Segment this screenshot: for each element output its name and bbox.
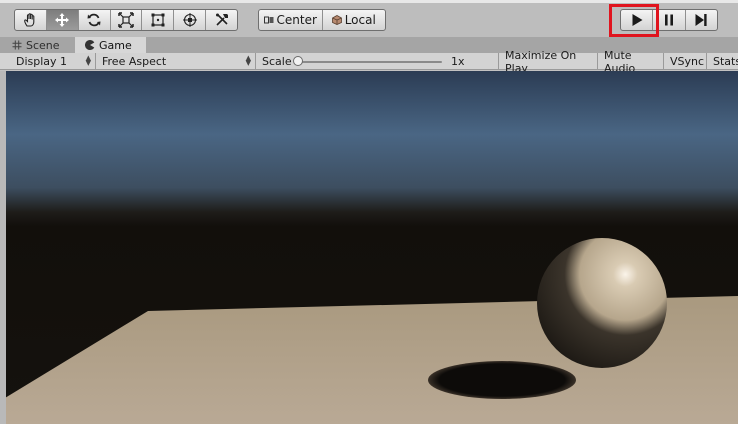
move-icon — [55, 13, 70, 27]
custom-tool-icon — [215, 13, 228, 26]
step-icon — [695, 14, 707, 26]
play-button-highlight-box — [609, 4, 659, 37]
game-viewport[interactable] — [0, 71, 738, 424]
pivot-center-label: Center — [276, 13, 317, 27]
transform-tools-group — [14, 9, 238, 31]
grid-icon — [12, 40, 22, 50]
stats-label: Stats — [713, 55, 738, 68]
mute-audio-toggle[interactable]: Mute Audio — [598, 49, 664, 75]
maximize-on-play-toggle[interactable]: Maximize On Play — [499, 49, 598, 75]
rect-tool-icon — [151, 13, 165, 27]
scale-slider-thumb[interactable] — [293, 56, 303, 66]
toolbar-top-edge — [0, 0, 738, 3]
game-view-controls: Display 1 ▲ ▼ Free Aspect ▲ ▼ Scale 1x Max… — [0, 49, 738, 75]
game-scene — [0, 71, 738, 424]
sphere-shadow — [428, 361, 576, 399]
rotate-icon — [87, 13, 101, 27]
step-button[interactable] — [686, 10, 717, 30]
stats-toggle[interactable]: Stats — [707, 53, 738, 70]
pivot-local-label: Local — [344, 13, 376, 27]
center-icon — [263, 16, 274, 24]
transform-tool-icon — [182, 13, 197, 27]
sphere — [537, 238, 667, 368]
updown-arrow-icon: ▲ ▼ — [245, 54, 251, 67]
aspect-dropdown[interactable]: Free Aspect ▲ ▼ — [96, 53, 256, 70]
scale-value: 1x — [451, 55, 465, 68]
aspect-dropdown-value: Free Aspect — [102, 55, 167, 68]
pacman-icon — [85, 40, 95, 50]
pause-icon — [664, 14, 673, 26]
move-tool-button[interactable] — [46, 10, 79, 30]
tab-game-label: Game — [99, 38, 132, 52]
tab-scene-label: Scene — [26, 38, 60, 52]
vsync-label: VSync — [670, 55, 705, 68]
scale-slider-track[interactable] — [298, 61, 442, 63]
tab-scene[interactable]: Scene — [0, 37, 74, 53]
display-dropdown-value: Display 1 — [16, 55, 68, 68]
local-icon — [331, 15, 342, 25]
rect-tool-button[interactable] — [142, 10, 175, 30]
pivot-local-button[interactable]: Local — [323, 10, 386, 30]
custom-tool-button[interactable] — [206, 10, 237, 30]
left-panel-edge — [0, 71, 6, 424]
display-dropdown[interactable]: Display 1 ▲ ▼ — [10, 53, 96, 70]
transform-tool-button[interactable] — [174, 10, 207, 30]
tab-game[interactable]: Game — [75, 37, 146, 53]
pivot-group: Center Local — [258, 9, 386, 31]
vsync-toggle[interactable]: VSync — [664, 53, 707, 70]
scale-label: Scale — [262, 55, 292, 68]
scale-icon — [118, 12, 134, 28]
rotate-tool-button[interactable] — [79, 10, 111, 30]
scale-tool-button[interactable] — [111, 10, 143, 30]
updown-arrow-icon: ▲ ▼ — [85, 54, 91, 67]
hand-tool-button[interactable] — [15, 10, 47, 30]
scale-control: Scale 1x — [256, 53, 499, 70]
pivot-center-button[interactable]: Center — [259, 10, 323, 30]
hand-icon — [24, 13, 35, 27]
